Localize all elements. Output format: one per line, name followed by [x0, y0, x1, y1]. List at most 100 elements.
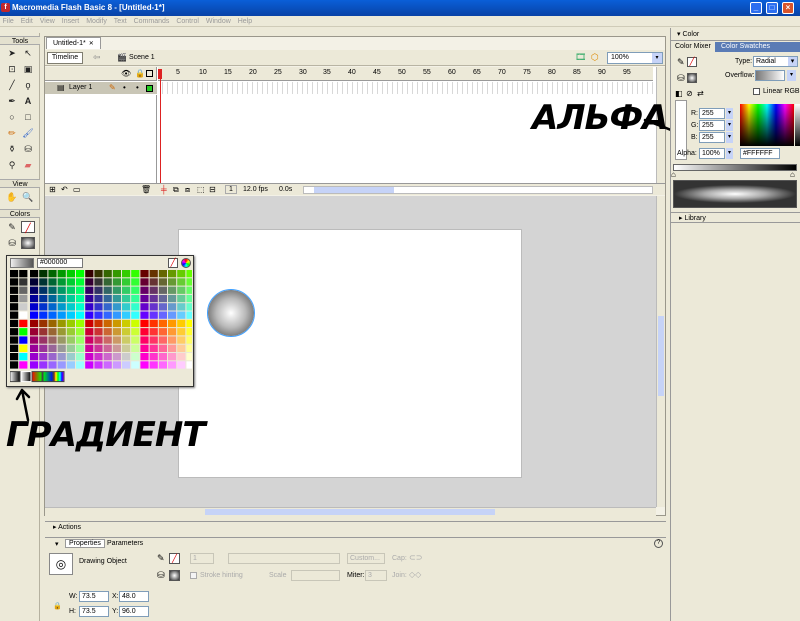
minimize-button[interactable]: _	[750, 2, 762, 14]
playhead[interactable]	[158, 67, 162, 183]
stroke-style-dropdown[interactable]	[228, 553, 340, 564]
scale-dropdown[interactable]	[291, 570, 340, 581]
menu-control[interactable]: Control	[174, 16, 202, 27]
height-input[interactable]: 73.5	[79, 606, 109, 617]
menu-edit[interactable]: Edit	[18, 16, 35, 27]
back-arrow-icon[interactable]: ⇦	[93, 52, 101, 63]
close-button[interactable]: ×	[782, 2, 794, 14]
stroke-swatch[interactable]: ╱	[687, 57, 697, 67]
stroke-color-icon[interactable]: ✎	[5, 221, 19, 233]
onion-outline-icon[interactable]: ⧈	[185, 184, 190, 195]
overflow-dropdown[interactable]	[755, 70, 785, 81]
add-folder-icon[interactable]: ▭	[73, 184, 81, 195]
tab-color-mixer[interactable]: Color Mixer	[671, 42, 715, 52]
add-layer-icon[interactable]: ⊞	[49, 184, 56, 195]
b-input[interactable]: 255	[699, 132, 725, 143]
zoom-tool-icon[interactable]: 🔍	[21, 191, 35, 203]
visible-dot-icon[interactable]: •	[123, 82, 126, 94]
edit-multiple-icon[interactable]: ⬚	[197, 184, 205, 195]
chevron-down-icon[interactable]: ▾	[726, 148, 733, 159]
menu-view[interactable]: View	[37, 16, 57, 27]
free-transform-icon[interactable]: ⊡	[5, 63, 19, 75]
close-tab-icon[interactable]: ✕	[89, 41, 94, 47]
add-guide-icon[interactable]: ↶	[61, 184, 68, 195]
center-frame-icon[interactable]: ╪	[161, 184, 167, 195]
timeline-toggle-button[interactable]: Timeline	[47, 52, 83, 64]
lock-icon[interactable]: 🔒	[135, 69, 145, 78]
gradient-circle-shape[interactable]	[207, 289, 255, 337]
frame-ruler[interactable]: 5 10 15 20 25 30 35 40 45 50 55 60 65 70…	[158, 67, 653, 81]
width-input[interactable]: 73.5	[79, 591, 109, 602]
color-spectrum[interactable]	[740, 104, 794, 146]
stroke-color-icon[interactable]: ✎	[677, 57, 685, 68]
y-input[interactable]: 96.0	[119, 606, 149, 617]
eye-icon[interactable]: 👁	[121, 69, 131, 78]
stage-vscroll[interactable]	[656, 196, 665, 507]
chevron-down-icon[interactable]: ▾	[726, 120, 733, 131]
stage-hscroll[interactable]	[45, 507, 656, 516]
swap-colors-icon[interactable]: ⇄	[697, 89, 704, 98]
stage-canvas[interactable]	[178, 229, 522, 478]
edit-symbols-icon[interactable]: ⬡	[591, 52, 599, 63]
fill-color-swatch[interactable]	[21, 237, 35, 249]
lock-dot-icon[interactable]: •	[136, 82, 139, 94]
miter-input[interactable]: 3	[365, 570, 387, 581]
onion-markers-icon[interactable]: ⊟	[209, 184, 216, 195]
luminance-slider[interactable]	[795, 104, 800, 146]
hand-tool-icon[interactable]: ✋	[5, 191, 19, 203]
layer-row[interactable]: ▤ Layer 1 ✎ • •	[45, 82, 157, 94]
type-dropdown[interactable]: Radial ▾	[753, 56, 798, 67]
onion-skin-icon[interactable]: ⧉	[173, 184, 179, 195]
actions-panel-header[interactable]: ▸ Actions	[45, 521, 666, 532]
stroke-swatch[interactable]: ╱	[169, 553, 180, 564]
subselect-tool-icon[interactable]: ↖	[21, 47, 35, 59]
custom-button[interactable]: Custom...	[347, 553, 385, 564]
text-tool-icon[interactable]: A	[21, 95, 35, 107]
g-input[interactable]: 255	[699, 120, 725, 131]
tab-color-swatches[interactable]: Color Swatches	[717, 42, 774, 52]
menu-text[interactable]: Text	[111, 16, 129, 27]
ink-bottle-icon[interactable]: ⚱	[5, 143, 19, 155]
swatch-hex-input[interactable]: #000000	[37, 258, 83, 268]
menu-help[interactable]: Help	[235, 16, 254, 27]
menu-modify[interactable]: Modify	[84, 16, 110, 27]
chevron-down-icon[interactable]: ▾	[726, 108, 733, 119]
join-icon[interactable]: ◇◇	[409, 570, 421, 579]
pen-tool-icon[interactable]: ✒	[5, 95, 19, 107]
line-tool-icon[interactable]: ╱	[5, 79, 19, 91]
pencil-tool-icon[interactable]: ✏	[5, 127, 19, 139]
stroke-color-icon[interactable]: ✎	[157, 553, 165, 564]
help-icon[interactable]: ?	[654, 539, 663, 548]
x-input[interactable]: 48.0	[119, 591, 149, 602]
lock-icon[interactable]: 🔒	[53, 602, 62, 610]
trash-icon[interactable]: 🗑	[141, 184, 151, 195]
fill-color-icon[interactable]: ⛁	[5, 237, 19, 249]
swatch-grid[interactable]	[10, 270, 192, 386]
document-tab[interactable]: Untitled-1* ✕	[46, 37, 101, 49]
menu-commands[interactable]: Commands	[131, 16, 172, 27]
menu-window[interactable]: Window	[203, 16, 233, 27]
r-input[interactable]: 255	[699, 108, 725, 119]
library-panel-header[interactable]: ▸ Library	[671, 212, 800, 223]
timeline-hscroll[interactable]	[303, 186, 653, 194]
rectangle-tool-icon[interactable]: □	[21, 111, 35, 123]
stroke-height-input[interactable]: 1	[190, 553, 214, 564]
fill-color-icon[interactable]: ⛁	[157, 570, 165, 581]
color-panel-header[interactable]: ▾ Color	[671, 28, 800, 41]
fill-swatch[interactable]	[169, 570, 180, 581]
stroke-color-swatch[interactable]: ╱	[21, 221, 35, 233]
brush-tool-icon[interactable]: 🖌	[21, 127, 35, 139]
menu-file[interactable]: File	[0, 16, 16, 27]
gradient-transform-icon[interactable]: ▣	[21, 63, 35, 75]
tab-parameters[interactable]: Parameters	[107, 540, 143, 547]
edit-scene-icon[interactable]: 🎞	[575, 52, 586, 63]
tab-properties[interactable]: Properties	[65, 539, 105, 548]
fill-color-icon[interactable]: ⛁	[677, 73, 685, 84]
color-picker-icon[interactable]	[181, 258, 191, 268]
stage-vscroll-thumb[interactable]	[658, 316, 664, 396]
frame-cells[interactable]	[158, 82, 653, 94]
maximize-button[interactable]: □	[766, 2, 778, 14]
fill-swatch[interactable]	[687, 73, 697, 83]
eyedropper-icon[interactable]: ⚲	[5, 159, 19, 171]
paint-bucket-icon[interactable]: ⛁	[21, 143, 35, 155]
